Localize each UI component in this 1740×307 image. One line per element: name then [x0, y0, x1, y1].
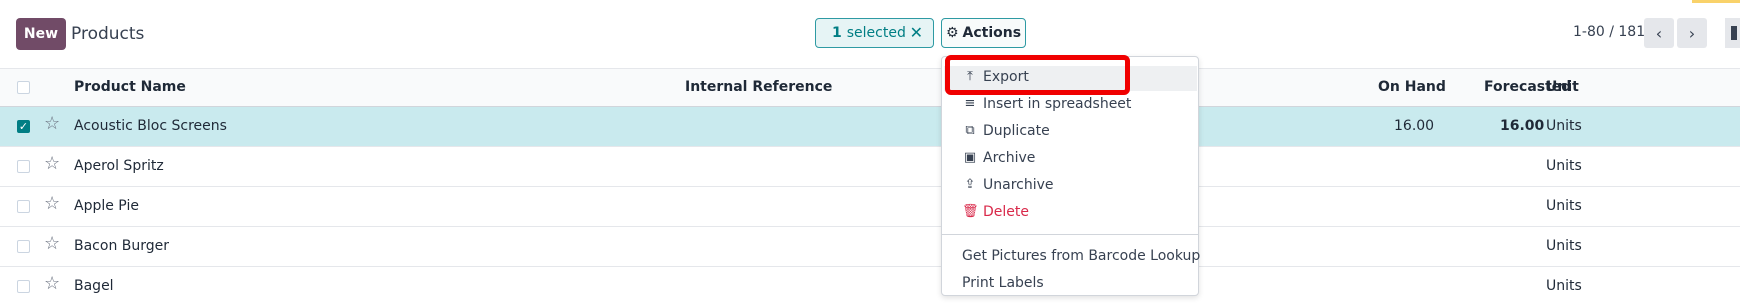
row-checkbox[interactable]: [17, 160, 30, 173]
selected-label: selected: [846, 25, 906, 41]
table-row[interactable]: [0, 187, 1740, 227]
page-title: Products: [71, 24, 145, 44]
table-header: [0, 68, 1740, 107]
select-all-checkbox[interactable]: [17, 81, 30, 94]
unit-cell: Units: [1546, 238, 1582, 254]
column-header-on-hand[interactable]: On Hand: [1378, 79, 1446, 95]
column-header-unit[interactable]: Unit: [1546, 79, 1579, 95]
export-highlight-box: [945, 55, 1130, 95]
row-checkbox[interactable]: [17, 240, 30, 253]
trash-icon: 🗑: [962, 204, 979, 219]
view-icon: [1731, 26, 1737, 40]
table-row[interactable]: [0, 107, 1740, 147]
menu-divider: [941, 234, 1199, 235]
pager-previous-button[interactable]: ‹: [1644, 18, 1674, 48]
archive-icon: ▣: [963, 150, 977, 165]
selected-count: 1: [832, 25, 842, 41]
actions-button[interactable]: ⚙ Actions: [941, 18, 1026, 48]
new-button[interactable]: New: [16, 18, 66, 50]
product-name-cell: Aperol Spritz: [74, 158, 164, 174]
menu-item-archive[interactable]: Archive: [983, 150, 1035, 166]
top-accent-bar: [1692, 0, 1740, 3]
pager-next-button[interactable]: ›: [1677, 18, 1707, 48]
column-header-internal-reference[interactable]: Internal Reference: [685, 79, 832, 95]
menu-item-get-pictures[interactable]: Get Pictures from Barcode Lookup: [962, 248, 1200, 264]
close-icon[interactable]: ✕: [910, 23, 923, 42]
product-name-cell: Bacon Burger: [74, 238, 170, 254]
star-icon[interactable]: ☆: [44, 193, 60, 214]
star-icon[interactable]: ☆: [44, 273, 60, 294]
copy-icon: ⧉: [965, 123, 975, 138]
row-checkbox[interactable]: [17, 200, 30, 213]
menu-item-duplicate[interactable]: Duplicate: [983, 123, 1050, 139]
star-icon[interactable]: ☆: [44, 153, 60, 174]
unarchive-icon: ⇪: [964, 177, 976, 192]
list-icon: ≡: [964, 96, 976, 111]
unit-cell: Units: [1546, 198, 1582, 214]
product-name-cell: Acoustic Bloc Screens: [74, 118, 227, 134]
actions-label: Actions: [962, 25, 1022, 41]
table-row[interactable]: [0, 147, 1740, 187]
menu-item-unarchive[interactable]: Unarchive: [983, 177, 1054, 193]
star-icon[interactable]: ☆: [44, 113, 60, 134]
unit-cell: Units: [1546, 278, 1582, 294]
gear-icon: ⚙: [945, 25, 959, 41]
selection-badge[interactable]: 1 selected ✕: [815, 18, 934, 48]
view-switcher-button[interactable]: [1725, 18, 1740, 48]
menu-item-insert-in-spreadsheet[interactable]: Insert in spreadsheet: [983, 96, 1131, 112]
table-row[interactable]: [0, 267, 1740, 307]
unit-cell: Units: [1546, 118, 1582, 134]
menu-item-print-labels[interactable]: Print Labels: [962, 275, 1044, 291]
table-row[interactable]: [0, 227, 1740, 267]
star-icon[interactable]: ☆: [44, 233, 60, 254]
chevron-left-icon: ‹: [1655, 23, 1663, 43]
column-header-product-name[interactable]: Product Name: [74, 79, 186, 95]
product-name-cell: Bagel: [74, 278, 114, 294]
menu-item-delete[interactable]: Delete: [983, 204, 1029, 220]
chevron-right-icon: ›: [1688, 23, 1696, 43]
product-name-cell: Apple Pie: [74, 198, 139, 214]
unit-cell: Units: [1546, 158, 1582, 174]
on-hand-cell: 16.00: [1394, 118, 1435, 134]
row-checkbox[interactable]: ✓: [17, 120, 30, 133]
pager-value[interactable]: 1-80 / 181: [1573, 24, 1645, 40]
forecasted-cell: 16.00: [1500, 118, 1545, 134]
